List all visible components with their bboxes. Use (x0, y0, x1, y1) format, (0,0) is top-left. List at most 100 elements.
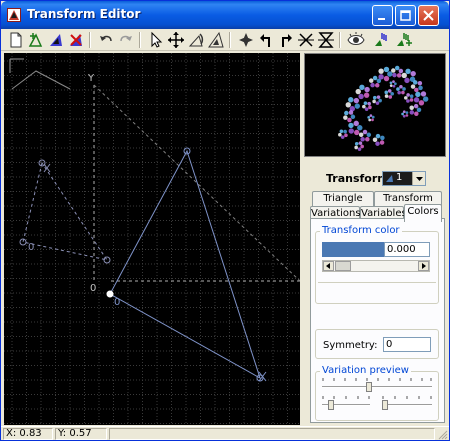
flip-icon (239, 33, 253, 47)
variation-preview-density-slider[interactable] (322, 396, 370, 410)
flame-fragment (348, 97, 354, 103)
rotate-left-button[interactable] (257, 31, 275, 49)
transform-select[interactable]: 1 (382, 171, 426, 186)
variation-preview-range-slider[interactable] (322, 378, 432, 392)
flame-fragment (357, 147, 362, 151)
flame-fragment (369, 114, 373, 117)
add-transform-icon (28, 33, 43, 47)
flame-fragment (376, 95, 381, 99)
slider-ticks (382, 396, 432, 399)
variation-preview-group-label: Variation preview (320, 365, 411, 376)
rotate-tool-button[interactable] (187, 31, 205, 49)
flame-fragment (404, 96, 408, 100)
flame-fragment (353, 120, 359, 127)
flame-fragment (358, 93, 364, 100)
status-x-readout: X: 0.83 (3, 428, 53, 440)
flame-fragment (359, 84, 365, 91)
flame-fragment (397, 90, 401, 95)
variation-preview-depth-slider[interactable] (382, 396, 432, 410)
flame-fragment (405, 111, 409, 114)
flame-fragment (389, 81, 393, 85)
scale-tool-button[interactable] (207, 31, 225, 49)
flame-fragment (376, 78, 382, 84)
redo-button[interactable] (117, 31, 135, 49)
triangle-editor-svg[interactable]: Y 0 0 0 (4, 53, 300, 425)
scroll-left-button[interactable] (323, 261, 334, 271)
flip-button[interactable] (237, 31, 255, 49)
flip-horizontal-button[interactable] (297, 31, 315, 49)
flame-fragment (368, 118, 372, 122)
select-tool-button[interactable] (147, 31, 165, 49)
tab-colors[interactable]: Colors (404, 204, 442, 222)
transform-canvas[interactable]: Y 0 0 0 (4, 53, 300, 425)
transform-color-value-input[interactable]: 0.000 (384, 242, 430, 257)
flame-fragment (364, 86, 370, 93)
preview-toggle-button[interactable] (347, 31, 365, 49)
resize-grip-icon[interactable] (436, 428, 448, 440)
density-slider-knob[interactable] (328, 400, 334, 410)
undo-icon (100, 35, 112, 42)
tab-triangle[interactable]: Triangle (312, 191, 374, 207)
eye-icon (347, 32, 365, 45)
color-divider (318, 282, 436, 283)
transform-color-swatch[interactable] (322, 242, 384, 257)
flame-fragment (414, 111, 419, 117)
flame-fragment (417, 80, 423, 86)
duplicate-transform-icon (50, 34, 62, 46)
flame-fragment (398, 68, 404, 74)
flame-fragment (387, 89, 392, 93)
secondary-vertex-x[interactable] (103, 256, 111, 264)
window-title: Transform Editor (27, 7, 141, 21)
flame-fragment (347, 117, 352, 123)
scroll-right-button[interactable] (418, 261, 429, 271)
flame-fragment (422, 96, 429, 102)
flame-fragment (409, 105, 414, 110)
undo-button[interactable] (97, 31, 115, 49)
main-vertex-label: 0 (114, 297, 120, 308)
slider-ticks (322, 396, 370, 399)
slider-ticks (322, 378, 432, 381)
title-bar[interactable]: Transform Editor (1, 1, 449, 29)
flame-fragment (372, 75, 378, 81)
add-transform-button[interactable] (27, 31, 45, 49)
flame-fragment (372, 95, 377, 100)
origin-label: 0 (90, 283, 96, 294)
close-button[interactable] (418, 5, 439, 26)
flame-fragment (384, 90, 389, 95)
transform-select-value: 1 (396, 172, 403, 183)
transform-color-scrollbar[interactable] (322, 260, 430, 272)
main-vertex-o[interactable] (106, 290, 114, 298)
flame-fragment (348, 110, 354, 115)
toolbar-separator (139, 32, 141, 48)
transform-color-scroll-thumb[interactable] (335, 261, 351, 271)
toolbar-separator (229, 32, 231, 48)
minimize-button[interactable] (372, 5, 393, 26)
flame-fragment (368, 78, 374, 83)
flame-fragment (388, 95, 393, 99)
flame-fragment (380, 135, 385, 141)
post-transform-button[interactable] (373, 31, 391, 49)
flame-fragment (340, 135, 345, 139)
range-slider-knob[interactable] (366, 382, 372, 392)
delete-transform-button[interactable] (67, 31, 85, 49)
flip-vertical-button[interactable] (317, 31, 335, 49)
flame-fragment (348, 122, 354, 129)
new-transform-button[interactable] (7, 31, 25, 49)
depth-slider-knob[interactable] (382, 400, 388, 410)
flame-fragment (360, 144, 364, 149)
maximize-button[interactable] (395, 5, 416, 26)
post-transform-reset-button[interactable] (395, 31, 413, 49)
flame-fragment (383, 75, 390, 82)
rotate-right-button[interactable] (277, 31, 295, 49)
flame-fragment (363, 101, 368, 106)
move-tool-button[interactable] (167, 31, 185, 49)
flame-fragment (418, 100, 425, 106)
flame-fragment (410, 70, 416, 77)
transform-dropdown-button[interactable] (412, 172, 425, 185)
flame-fragment (339, 129, 344, 134)
flame-fragment (357, 125, 363, 131)
toolbar (1, 29, 449, 51)
duplicate-transform-button[interactable] (47, 31, 65, 49)
properties-panel: Transform 1 Triangle Transform Variation… (304, 159, 447, 425)
flame-fragment (358, 132, 364, 137)
